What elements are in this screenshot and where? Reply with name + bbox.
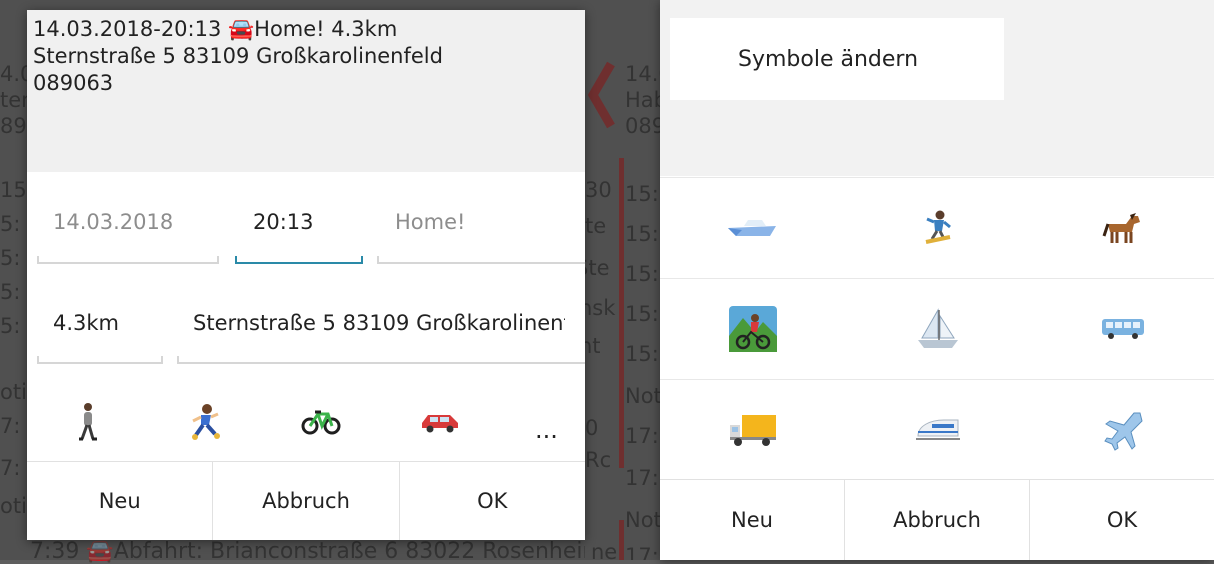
bg-line: 15: bbox=[625, 262, 659, 286]
mountain-bicyclist-icon[interactable] bbox=[660, 279, 845, 379]
sailboat-icon[interactable] bbox=[845, 279, 1030, 379]
more-options-button[interactable]: ... bbox=[535, 416, 575, 444]
header-line-2: Sternstraße 5 83109 Großkarolinenfeld bbox=[33, 44, 443, 68]
bus-icon[interactable] bbox=[1030, 279, 1214, 379]
distance-field-underline bbox=[37, 356, 163, 364]
new-button[interactable]: Neu bbox=[660, 480, 844, 560]
bg-line: 15: bbox=[0, 178, 30, 202]
bg-line: oti bbox=[0, 380, 27, 404]
address-field[interactable]: Sternstraße 5 83109 Großkarolinenfeld bbox=[193, 311, 565, 335]
bg-line: te bbox=[585, 214, 607, 238]
bg-line: Ste bbox=[585, 256, 610, 280]
bg-line: 17: bbox=[625, 544, 659, 560]
bg-line: 30 bbox=[585, 178, 612, 202]
ok-button[interactable]: OK bbox=[398, 462, 585, 540]
dialog-title: Symbole ändern bbox=[670, 18, 1004, 100]
bg-line: 15: bbox=[625, 342, 659, 366]
bg-line: 7: bbox=[0, 456, 21, 480]
bg-line: Noti bbox=[625, 384, 660, 408]
snowboarder-icon[interactable] bbox=[845, 178, 1030, 278]
bg-line: 17: bbox=[625, 424, 659, 448]
running-icon[interactable] bbox=[179, 394, 231, 450]
address-field-underline bbox=[177, 356, 585, 364]
ok-button[interactable]: OK bbox=[1029, 480, 1214, 560]
bg-line: 5: bbox=[0, 314, 21, 338]
background-app-middle: 30 te Ste nsk ht 0 Rc ne 14.0 Hab 089 15… bbox=[585, 0, 660, 560]
date-field-underline bbox=[37, 256, 219, 264]
delivery-truck-icon[interactable] bbox=[660, 380, 845, 480]
high-speed-train-icon[interactable] bbox=[845, 380, 1030, 480]
bg-line: 15: bbox=[625, 182, 659, 206]
bg-line: 5: bbox=[0, 280, 21, 304]
dialog-button-bar: Neu Abbruch OK bbox=[27, 461, 585, 540]
cancel-button[interactable]: Abbruch bbox=[212, 462, 398, 540]
bg-red-bar bbox=[619, 158, 624, 468]
bg-line: Rc bbox=[585, 448, 612, 472]
bg-line: ne bbox=[591, 540, 618, 560]
distance-field[interactable]: 4.3km bbox=[53, 311, 163, 335]
dialog-button-bar: Neu Abbruch OK bbox=[660, 479, 1214, 560]
header-text: 14.03.2018-20:13 🚘Home! 4.3km Sternstraß… bbox=[33, 16, 443, 97]
label-field-underline bbox=[377, 256, 585, 264]
symbol-row bbox=[660, 379, 1214, 480]
bg-line: Hab bbox=[625, 88, 660, 112]
bg-line: 4.0 bbox=[0, 62, 30, 86]
label-field[interactable]: Home! bbox=[395, 210, 575, 234]
bg-line: 14.0 bbox=[625, 62, 660, 86]
bg-line: ter bbox=[0, 88, 30, 112]
bg-bottom-line: 7:39 🚘Abfahrt: Brianconstraße 6 83022 Ro… bbox=[30, 540, 585, 564]
bg-line: 0 bbox=[585, 416, 599, 440]
bicycle-icon[interactable] bbox=[291, 394, 351, 450]
symbol-row bbox=[660, 278, 1214, 379]
bg-line: 089 bbox=[625, 114, 660, 138]
airplane-icon[interactable] bbox=[1030, 380, 1214, 480]
dialog-header: Symbole ändern bbox=[660, 0, 1214, 176]
cancel-button[interactable]: Abbruch bbox=[844, 480, 1029, 560]
change-symbols-dialog: Symbole ändern Neu Abbruch OK bbox=[660, 0, 1214, 560]
bg-line: nsk bbox=[585, 296, 616, 320]
symbol-row bbox=[660, 177, 1214, 278]
time-field[interactable]: 20:13 bbox=[253, 210, 373, 234]
date-field[interactable]: 14.03.2018 bbox=[53, 210, 233, 234]
background-app-left: 4.0 ter 89 15: 5: 5: 5: 5: oti 7: 7: oti bbox=[0, 0, 30, 560]
bg-line: 5: bbox=[0, 212, 21, 236]
bg-line: oti bbox=[0, 494, 27, 518]
new-button[interactable]: Neu bbox=[27, 462, 212, 540]
dialog-header: 14.03.2018-20:13 🚘Home! 4.3km Sternstraß… bbox=[27, 10, 585, 172]
bg-line: 17: bbox=[625, 466, 659, 490]
chevron-left-icon bbox=[587, 61, 615, 129]
header-line-3: 089063 bbox=[33, 71, 114, 95]
time-field-underline bbox=[235, 256, 363, 264]
walking-icon[interactable] bbox=[63, 394, 111, 450]
bg-line: Noti bbox=[625, 508, 660, 532]
edit-entry-dialog: 14.03.2018-20:13 🚘Home! 4.3km Sternstraß… bbox=[27, 10, 585, 540]
bg-red-bar bbox=[619, 520, 624, 560]
car-icon[interactable] bbox=[409, 394, 471, 450]
bg-line: 5: bbox=[0, 246, 21, 270]
bg-line: 15: bbox=[625, 222, 659, 246]
bg-line: 7: bbox=[0, 414, 21, 438]
horse-icon[interactable] bbox=[1030, 178, 1214, 278]
bg-line: ht bbox=[585, 334, 601, 358]
header-line-1: 14.03.2018-20:13 🚘Home! 4.3km bbox=[33, 17, 398, 41]
bg-line: 89 bbox=[0, 114, 27, 138]
speedboat-icon[interactable] bbox=[660, 178, 845, 278]
bg-line: 15: bbox=[625, 302, 659, 326]
